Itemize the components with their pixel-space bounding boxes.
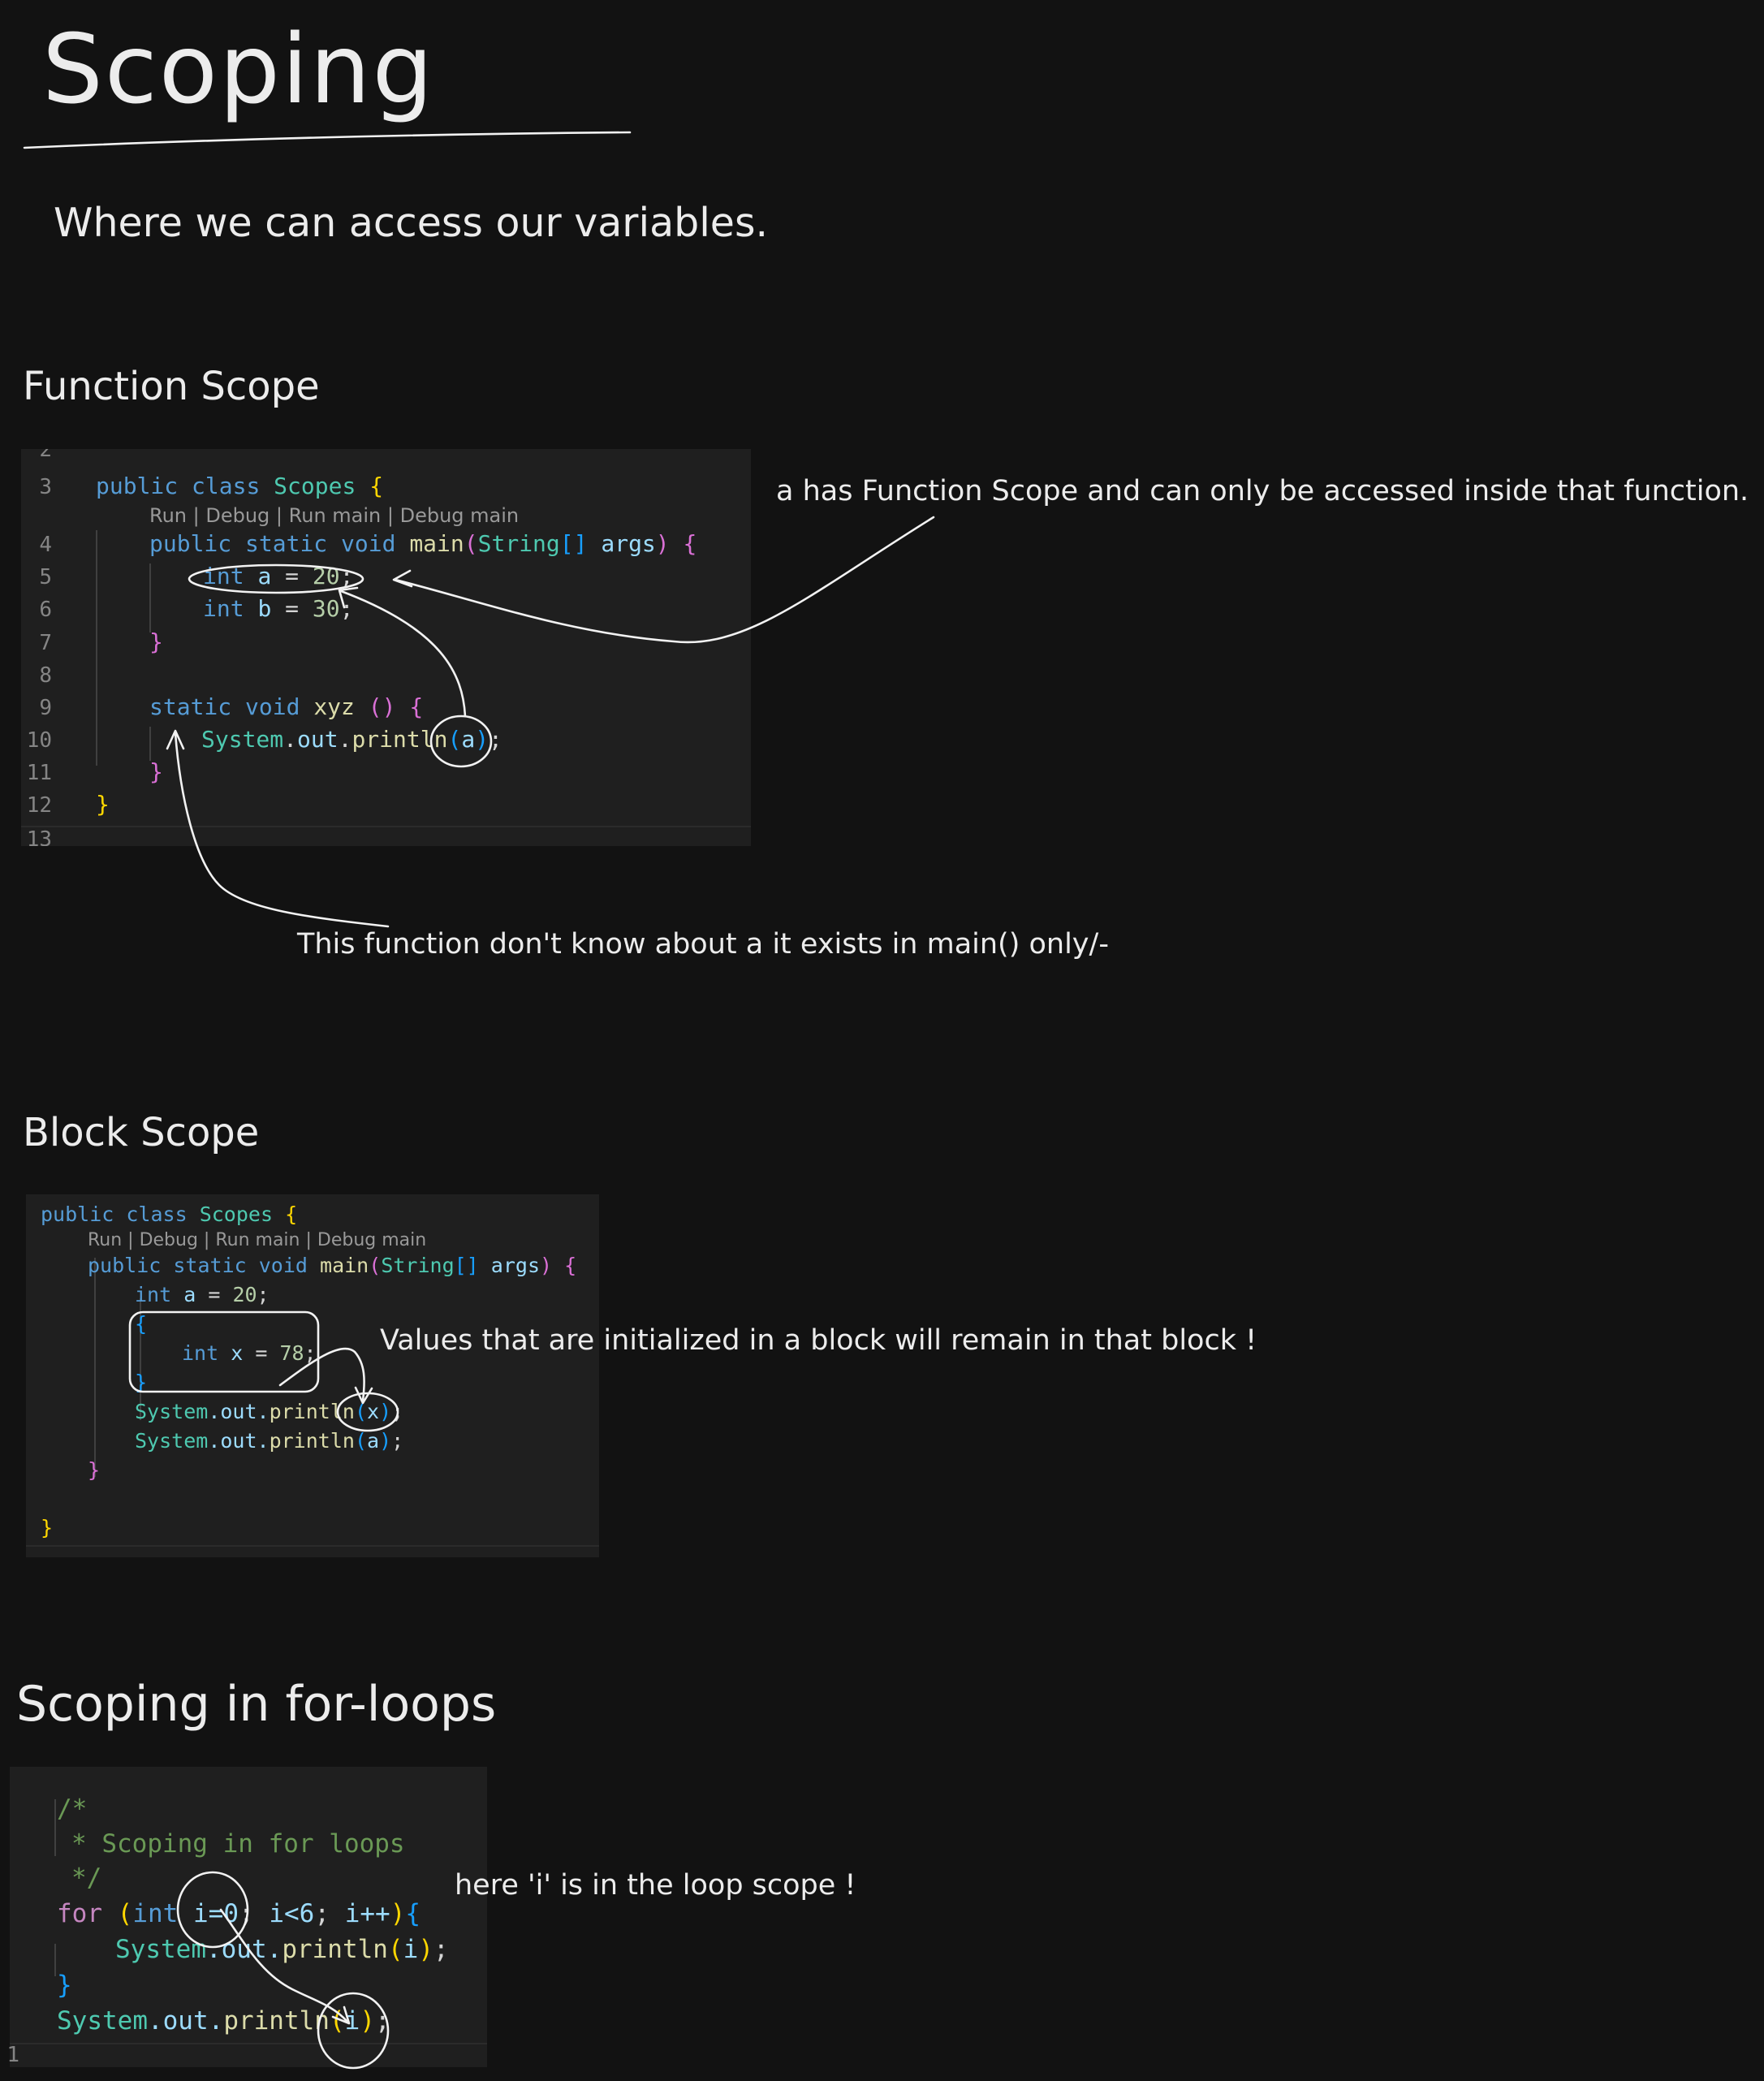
code-line: for (int i=0; i<6; i++){ (57, 1899, 421, 1928)
code-line: } (149, 628, 163, 655)
section-heading-function-scope: Function Scope (23, 364, 320, 409)
annotation-loop-scope: here 'i' is in the loop scope ! (455, 1869, 856, 1902)
code-line: */ (71, 1863, 102, 1893)
code-line: static void xyz () { (149, 693, 424, 720)
line-number: 10 (26, 728, 52, 753)
line-number: 12 (26, 793, 52, 818)
annotation-function-scope: a has Function Scope and can only be acc… (776, 475, 1749, 507)
line-number: 7 (39, 631, 52, 655)
line-number: 2 (39, 449, 52, 462)
annotation-block-scope: Values that are initialized in a block w… (380, 1324, 1257, 1357)
code-line: System.out.println(a); (135, 1429, 404, 1453)
codelens-run-debug[interactable]: Run | Debug | Run main | Debug main (88, 1230, 426, 1250)
line-number: 5 (39, 565, 52, 589)
line-number: 9 (39, 696, 52, 720)
line-number: 11 (26, 761, 52, 785)
line-number: 1 (6, 2043, 19, 2067)
code-line: public static void main(String[] args) { (88, 1254, 577, 1277)
code-line: System.out.println(a); (201, 726, 502, 753)
code-snippet-function-scope: 2 3 4 5 6 7 8 9 10 11 12 13 public class… (21, 449, 751, 846)
code-line: int b = 30; (203, 595, 354, 622)
code-line: * Scoping in for loops (71, 1829, 405, 1859)
code-line: } (88, 1458, 101, 1482)
line-number: 3 (39, 475, 52, 499)
code-line: System.out.println(x); (135, 1400, 404, 1423)
code-line: int x = 78; (182, 1341, 317, 1365)
code-line: System.out.println(i); (115, 1935, 449, 1964)
line-number: 8 (39, 663, 52, 688)
codelens-run-debug[interactable]: Run | Debug | Run main | Debug main (149, 504, 519, 527)
code-snippet-for-loop: /* * Scoping in for loops */ for (int i=… (10, 1767, 487, 2067)
code-line: } (41, 1516, 54, 1539)
code-line: /* (57, 1794, 88, 1824)
code-line: public class Scopes { (41, 1202, 298, 1226)
code-line: public static void main(String[] args) { (149, 530, 697, 557)
line-number: 13 (26, 827, 52, 846)
code-line: public class Scopes { (96, 473, 384, 499)
code-line: } (96, 791, 110, 818)
code-line: int a = 20; (135, 1283, 270, 1306)
section-heading-block-scope: Block Scope (23, 1110, 260, 1155)
section-heading-for-loops: Scoping in for-loops (16, 1676, 497, 1733)
code-line: } (57, 1971, 72, 2000)
code-line: } (149, 758, 163, 785)
code-line: int a = 20; (203, 563, 354, 589)
line-number: 6 (39, 598, 52, 622)
code-snippet-block-scope: public class Scopes { Run | Debug | Run … (26, 1194, 599, 1557)
code-line: System.out.println(i); (57, 2006, 390, 2036)
code-line: { (135, 1312, 148, 1336)
page-subtitle: Where we can access our variables. (54, 200, 769, 246)
annotation-xyz-function: This function don't know about a it exis… (297, 928, 1109, 961)
code-line: } (135, 1371, 148, 1394)
line-number: 4 (39, 533, 52, 557)
page-title: Scoping (42, 13, 435, 125)
